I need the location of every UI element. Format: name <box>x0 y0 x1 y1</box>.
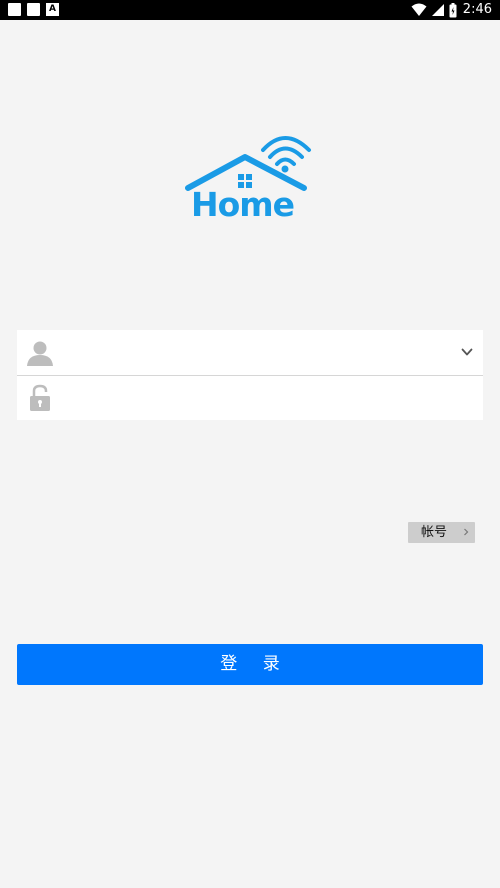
notification-icon <box>27 3 40 16</box>
chevron-right-icon <box>464 528 469 536</box>
text-notification-icon: A <box>46 3 59 16</box>
account-switch-label: 帐号 <box>421 525 448 540</box>
logo-text: Home <box>191 185 294 222</box>
status-bar-clock: 2:46 <box>462 2 492 17</box>
password-input[interactable] <box>67 381 451 416</box>
cellular-signal-icon <box>431 4 444 16</box>
user-icon <box>27 341 53 366</box>
login-form <box>17 330 483 420</box>
account-switch-button[interactable]: 帐号 <box>408 522 475 543</box>
status-bar-system-icons: 2:46 <box>411 2 492 18</box>
password-row <box>17 375 483 420</box>
battery-icon <box>449 2 457 17</box>
login-button[interactable]: 登 录 <box>17 644 483 685</box>
chevron-down-icon[interactable] <box>461 346 473 358</box>
lock-icon <box>30 384 50 411</box>
home-logo: Home <box>185 136 311 222</box>
username-input[interactable] <box>67 336 451 371</box>
status-bar-notification-icons: A <box>8 3 59 16</box>
username-row <box>17 330 483 375</box>
wifi-icon <box>411 3 427 16</box>
notification-icon <box>8 3 21 16</box>
status-bar: A 2:46 <box>0 0 500 20</box>
